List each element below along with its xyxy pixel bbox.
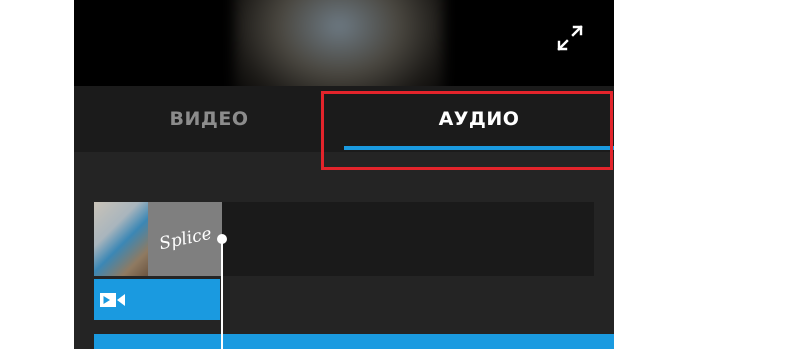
clip-thumbnail[interactable] (94, 202, 148, 276)
timeline: Splice (74, 152, 614, 349)
audio-track[interactable] (94, 334, 614, 349)
splice-logo-clip[interactable]: Splice (148, 202, 222, 276)
splice-editor: ВИДЕО АУДИО Splice (74, 0, 614, 349)
splice-logo: Splice (156, 223, 213, 255)
audio-tab-highlight (321, 91, 613, 170)
fullscreen-icon[interactable] (554, 22, 586, 54)
video-camera-icon (100, 293, 125, 307)
video-track[interactable] (94, 279, 220, 320)
preview-frame (234, 0, 444, 86)
tab-video-label: ВИДЕО (169, 108, 249, 130)
playhead-line (221, 236, 223, 349)
playhead-handle[interactable] (217, 234, 227, 244)
video-preview[interactable] (74, 0, 614, 86)
tab-video[interactable]: ВИДЕО (74, 86, 344, 152)
